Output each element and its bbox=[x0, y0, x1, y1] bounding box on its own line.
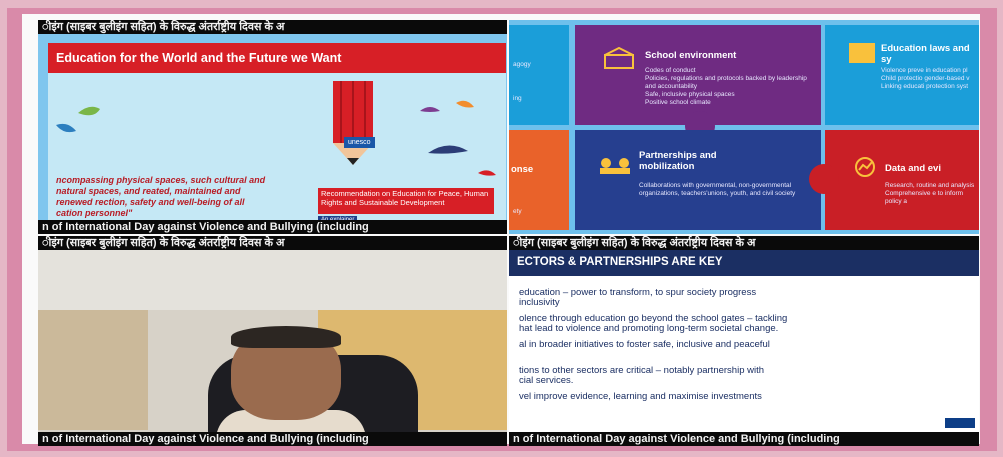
education-laws-title: Education laws and sy bbox=[881, 43, 970, 65]
video-tile-slide-3[interactable]: ीइंग (साइबर बुलीइंग सहित) के विरुद्ध अंत… bbox=[509, 236, 979, 446]
data-title: Data and evi bbox=[885, 163, 941, 174]
chart-icon bbox=[853, 156, 877, 178]
slide-line: cial services. bbox=[519, 375, 574, 386]
video-tile-slide-1[interactable]: ीइंग (साइबर बुलीइंग सहित) के विरुद्ध अंत… bbox=[38, 20, 507, 234]
window-blind bbox=[38, 310, 148, 430]
puzzle-piece-partnerships: Partnerships and mobilization Collaborat… bbox=[575, 130, 821, 230]
law-document-icon bbox=[849, 43, 875, 63]
unesco-logo bbox=[945, 418, 975, 428]
speaker-video-feed bbox=[38, 250, 507, 440]
puzzle-piece-left-top: agogy ing bbox=[509, 25, 569, 125]
slide-body: education – power to transform, to spur … bbox=[509, 276, 979, 432]
puzzle-left-title: onse bbox=[511, 164, 534, 175]
speaker-hair bbox=[231, 326, 341, 348]
slide-quote: ncompassing physical spaces, such cultur… bbox=[56, 175, 266, 218]
data-items: Research, routine and analysis Comprehen… bbox=[885, 182, 977, 206]
list-item: Collaborations with governmental, non-go… bbox=[639, 182, 796, 197]
partnerships-title: Partnerships and mobilization bbox=[639, 150, 717, 172]
list-item: Positive school climate bbox=[645, 99, 711, 106]
school-title: School environment bbox=[645, 50, 737, 61]
list-item: Policies, regulations and protocols back… bbox=[645, 75, 807, 90]
news-ticker-hindi: ीइंग (साइबर बुलीइंग सहित) के विरुद्ध अंत… bbox=[38, 20, 507, 34]
news-ticker-hindi: ीइंग (साइबर बुलीइंग सहित) के विरुद्ध अंत… bbox=[38, 236, 507, 250]
list-item: Violence preve in education pl bbox=[881, 67, 968, 74]
puzzle-piece-left-bottom: onse ety bbox=[509, 130, 569, 230]
news-ticker-english: n of International Day against Violence … bbox=[509, 432, 979, 446]
video-tile-speaker[interactable]: ीइंग (साइबर बुलीइंग सहित) के विरुद्ध अंत… bbox=[38, 236, 507, 446]
people-icon bbox=[597, 155, 633, 175]
slide-line: inclusivity bbox=[519, 297, 560, 308]
puzzle-left-text: agogy bbox=[513, 61, 531, 68]
list-item: Linking educati protection syst bbox=[881, 83, 969, 90]
recommendation-box: Recommendation on Education for Peace, H… bbox=[318, 188, 494, 214]
news-ticker-hindi: ीइंग (साइबर बुलीइंग सहित) के विरुद्ध अंत… bbox=[509, 236, 979, 250]
puzzle-piece-data: Data and evi Research, routine and analy… bbox=[809, 130, 979, 230]
bird-icons bbox=[420, 100, 496, 176]
list-item: Child protectio gender-based v bbox=[881, 75, 970, 82]
school-icon bbox=[603, 46, 635, 69]
news-ticker-english: n of International Day against Violence … bbox=[38, 432, 507, 446]
puzzle-knob bbox=[809, 164, 839, 194]
leaf-icon bbox=[56, 106, 100, 133]
puzzle-piece-school: School environment Codes of conduct Poli… bbox=[575, 25, 821, 141]
slide-title: Education for the World and the Future w… bbox=[56, 51, 342, 65]
video-tile-slide-2[interactable]: agogy ing School environment Codes of co… bbox=[509, 20, 979, 234]
list-item: Codes of conduct bbox=[645, 67, 696, 74]
puzzle-piece-education-laws: Education laws and sy Violence preve in … bbox=[825, 25, 979, 125]
slide-line: hat lead to violence and promoting long-… bbox=[519, 323, 779, 334]
list-item: Safe, inclusive physical spaces bbox=[645, 91, 735, 98]
slide-line: al in broader initiatives to foster safe… bbox=[519, 339, 770, 350]
slide-header-title: ECTORS & PARTNERSHIPS ARE KEY bbox=[517, 256, 723, 268]
pencil-icon bbox=[333, 81, 373, 165]
ceiling bbox=[38, 250, 507, 310]
slide-line: vel improve evidence, learning and maxim… bbox=[519, 391, 762, 402]
list-item: Comprehensive e to inform policy a bbox=[885, 190, 964, 205]
puzzle-left-text-3: ety bbox=[513, 208, 522, 215]
screenshot-frame: ीइंग (साइबर बुलीइंग सहित) के विरुद्ध अंत… bbox=[0, 0, 1003, 457]
school-items: Codes of conduct Policies, regulations a… bbox=[645, 67, 815, 107]
unesco-logo: unesco bbox=[344, 137, 375, 148]
puzzle-left-text-2: ing bbox=[513, 95, 522, 102]
news-ticker-english: n of International Day against Violence … bbox=[38, 220, 507, 234]
list-item: Research, routine and analysis bbox=[885, 182, 975, 189]
education-laws-items: Violence preve in education pl Child pro… bbox=[881, 67, 977, 91]
partnerships-items: Collaborations with governmental, non-go… bbox=[639, 182, 799, 198]
